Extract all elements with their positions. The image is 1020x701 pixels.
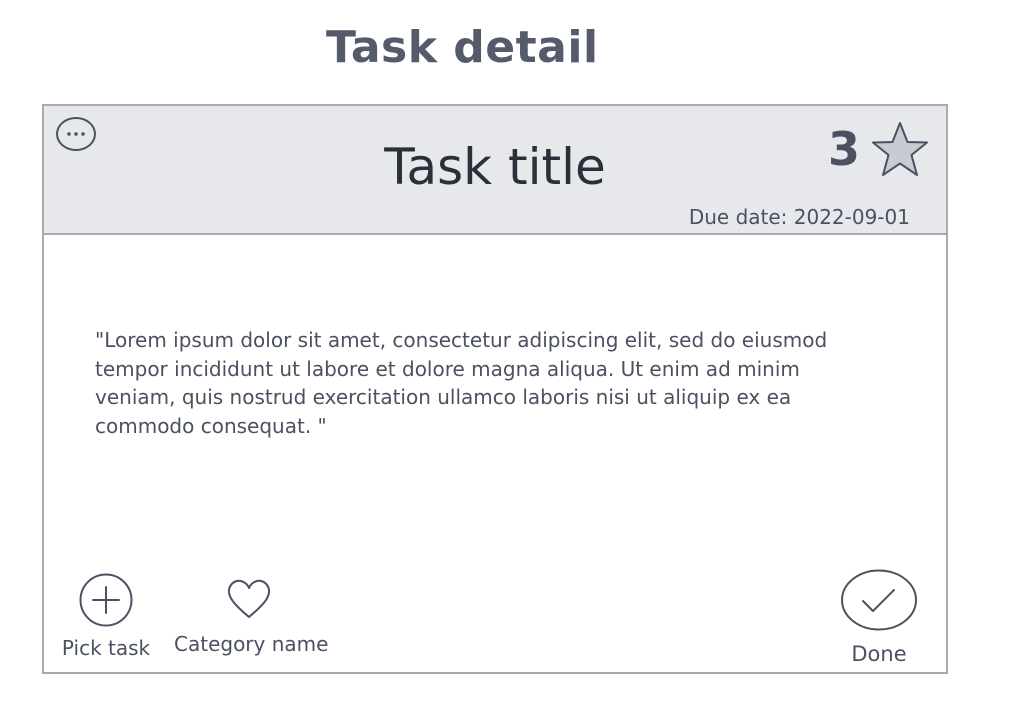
plus-circle-icon [79,573,133,627]
done-button[interactable]: Done [834,568,924,666]
due-date: Due date: 2022-09-01 [688,205,910,229]
pick-task-label: Pick task [61,636,151,660]
category-button[interactable]: Category name [174,578,329,656]
check-circle-icon [841,569,917,631]
category-label: Category name [174,632,329,656]
pick-task-button[interactable]: Pick task [56,572,156,660]
heart-icon [227,579,271,618]
task-description: "Lorem ipsum dolor sit amet, consectetur… [95,328,828,438]
done-label: Done [851,642,907,666]
star-icon[interactable] [869,120,931,180]
task-title: Task title [384,138,606,196]
task-points: 3 [827,122,860,176]
page-title: Task detail [326,22,599,73]
task-card-header: Task title 3 Due date: 2022-09-01 [44,106,946,235]
task-card: Task title 3 Due date: 2022-09-01 "Lorem… [42,104,948,674]
